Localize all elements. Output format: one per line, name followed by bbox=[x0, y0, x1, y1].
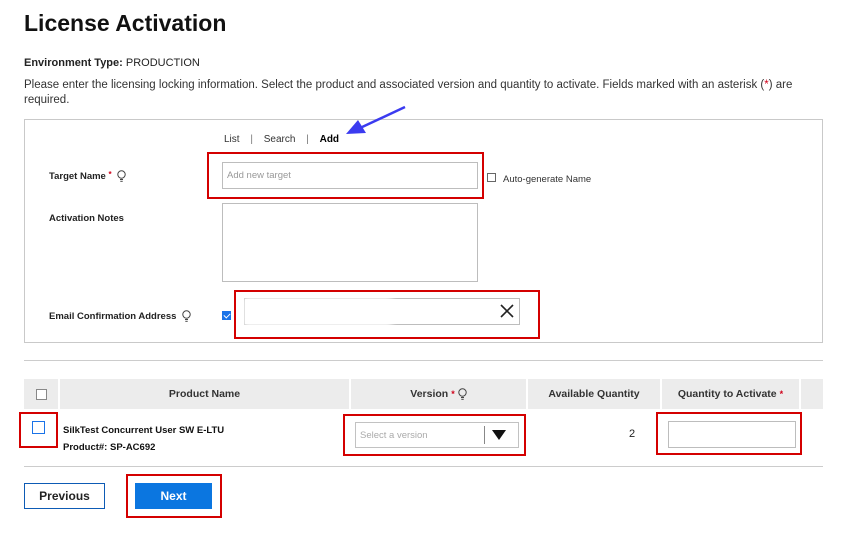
environment-type: Environment Type: PRODUCTION bbox=[24, 57, 200, 69]
page-title: License Activation bbox=[24, 10, 227, 36]
required-asterisk: * bbox=[451, 389, 455, 399]
header-filler bbox=[801, 379, 823, 409]
tab-add[interactable]: Add bbox=[320, 134, 339, 145]
email-label: Email Confirmation Address bbox=[49, 310, 191, 323]
header-product-name: Product Name bbox=[60, 379, 349, 409]
required-asterisk: * bbox=[108, 170, 112, 179]
header-quantity-to-activate: Quantity to Activate * bbox=[662, 379, 799, 409]
product-number-value: SP-AC692 bbox=[109, 442, 156, 453]
environment-label: Environment Type: bbox=[24, 57, 123, 69]
header-select-cell bbox=[24, 379, 58, 409]
header-available-quantity: Available Quantity bbox=[528, 379, 660, 409]
highlight-box bbox=[656, 412, 802, 455]
product-title: SilkTest Concurrent User SW E-LTU bbox=[63, 425, 225, 436]
product-number-label: Product#: bbox=[63, 442, 108, 453]
activation-notes-label: Activation Notes bbox=[49, 213, 124, 224]
highlight-box bbox=[207, 152, 484, 199]
environment-value: PRODUCTION bbox=[125, 57, 200, 69]
lightbulb-icon[interactable] bbox=[182, 310, 191, 323]
highlight-box bbox=[19, 412, 58, 448]
target-tabs: List | Search | Add bbox=[224, 134, 347, 145]
auto-generate-checkbox[interactable] bbox=[487, 173, 496, 182]
divider bbox=[24, 466, 823, 467]
highlight-box bbox=[234, 290, 540, 339]
previous-button[interactable]: Previous bbox=[24, 483, 105, 509]
product-number: Product#: SP-AC692 bbox=[63, 442, 155, 453]
target-name-label: Target Name * bbox=[49, 170, 126, 183]
required-asterisk: * bbox=[779, 389, 784, 399]
header-version-text: Version bbox=[410, 388, 449, 400]
tab-separator: | bbox=[306, 134, 309, 145]
lightbulb-icon[interactable] bbox=[458, 387, 467, 401]
highlight-box bbox=[343, 414, 526, 456]
instructions: Please enter the licensing locking infor… bbox=[24, 78, 834, 108]
header-qty-text: Quantity to Activate bbox=[677, 388, 777, 400]
header-version: Version * bbox=[351, 379, 526, 409]
annotation-arrow-icon bbox=[346, 105, 406, 134]
divider bbox=[24, 360, 823, 361]
activation-notes-textarea[interactable] bbox=[222, 203, 478, 282]
lightbulb-icon[interactable] bbox=[117, 170, 126, 183]
email-confirmation-checkbox[interactable] bbox=[222, 311, 231, 320]
instructions-text: Please enter the licensing locking infor… bbox=[24, 79, 765, 91]
email-label-text: Email Confirmation Address bbox=[49, 311, 177, 323]
tab-search[interactable]: Search bbox=[264, 134, 296, 145]
highlight-box bbox=[126, 474, 222, 518]
auto-generate-label: Auto-generate Name bbox=[503, 174, 592, 185]
target-name-label-text: Target Name bbox=[49, 171, 106, 183]
tab-separator: | bbox=[250, 134, 253, 145]
select-all-checkbox[interactable] bbox=[35, 388, 47, 400]
tab-list[interactable]: List bbox=[224, 134, 240, 145]
available-quantity: 2 bbox=[629, 428, 636, 440]
